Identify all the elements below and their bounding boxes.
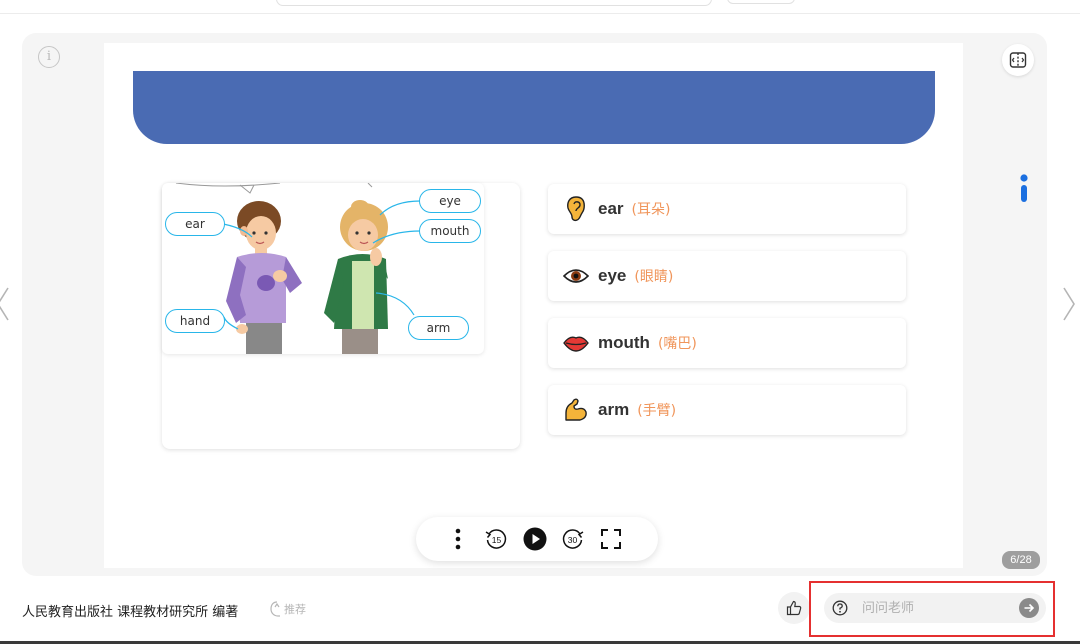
- forward-icon: 30: [562, 529, 584, 549]
- mouth-icon: [563, 330, 589, 356]
- send-button[interactable]: [1019, 598, 1039, 618]
- page-indicator: 6/28: [1002, 551, 1040, 569]
- play-icon: [523, 527, 547, 551]
- vocab-translation: (嘴巴): [657, 336, 697, 352]
- vocab-translation: (手臂): [637, 403, 677, 419]
- blue-info-icon[interactable]: [1014, 172, 1034, 208]
- previous-page-arrow[interactable]: [0, 284, 14, 324]
- publisher-credit: 人民教育出版社 课程教材研究所 编著: [22, 605, 239, 620]
- callout-ear: ear: [165, 212, 225, 236]
- vocab-card-eye[interactable]: eye (眼睛): [548, 251, 906, 301]
- vocab-translation: (眼睛): [634, 269, 674, 285]
- rewind-seconds-label: 15: [492, 535, 502, 545]
- arrow-right-icon: [1024, 603, 1035, 613]
- slide-banner: [133, 71, 935, 144]
- vocab-word: ear: [598, 199, 624, 218]
- rewind-15-button[interactable]: 15: [484, 527, 508, 551]
- callout-arm: arm: [408, 316, 469, 340]
- play-button[interactable]: [523, 527, 547, 551]
- ask-teacher-input[interactable]: [862, 597, 1012, 619]
- like-button[interactable]: [778, 592, 810, 624]
- vocab-card-arm[interactable]: arm (手臂): [548, 385, 906, 435]
- recommend-button[interactable]: 推荐: [270, 598, 306, 620]
- recommend-icon: [270, 601, 280, 617]
- split-view-icon: [1009, 52, 1027, 68]
- split-view-button[interactable]: [1002, 44, 1034, 76]
- vocab-card-mouth[interactable]: mouth (嘴巴): [548, 318, 906, 368]
- ask-teacher-box: [824, 593, 1046, 623]
- fullscreen-icon[interactable]: [599, 527, 623, 551]
- flexed-arm-icon: [563, 397, 589, 423]
- media-player-bar: 15 30: [416, 517, 658, 561]
- ear-icon: [563, 196, 589, 222]
- top-bar: [0, 0, 1080, 14]
- callout-hand: hand: [165, 309, 225, 333]
- eye-icon: [563, 263, 589, 289]
- forward-seconds-label: 30: [568, 535, 578, 545]
- vocab-word: arm: [598, 400, 630, 419]
- callout-mouth: mouth: [419, 219, 481, 243]
- question-icon: [832, 600, 848, 616]
- callout-eye: eye: [419, 189, 481, 213]
- top-search-box[interactable]: [276, 0, 712, 6]
- rewind-icon: 15: [485, 529, 507, 549]
- vocab-card-ear[interactable]: ear (耳朵): [548, 184, 906, 234]
- vocab-word: eye: [598, 266, 627, 285]
- next-page-arrow[interactable]: [1058, 284, 1078, 324]
- forward-30-button[interactable]: 30: [561, 527, 585, 551]
- thumbs-up-icon: [786, 600, 802, 616]
- recommend-label: 推荐: [284, 603, 306, 616]
- info-icon[interactable]: i: [38, 46, 60, 68]
- top-button[interactable]: [727, 0, 795, 4]
- more-options-icon[interactable]: [446, 527, 470, 551]
- vocab-translation: (耳朵): [631, 202, 671, 218]
- vocab-word: mouth: [598, 333, 650, 352]
